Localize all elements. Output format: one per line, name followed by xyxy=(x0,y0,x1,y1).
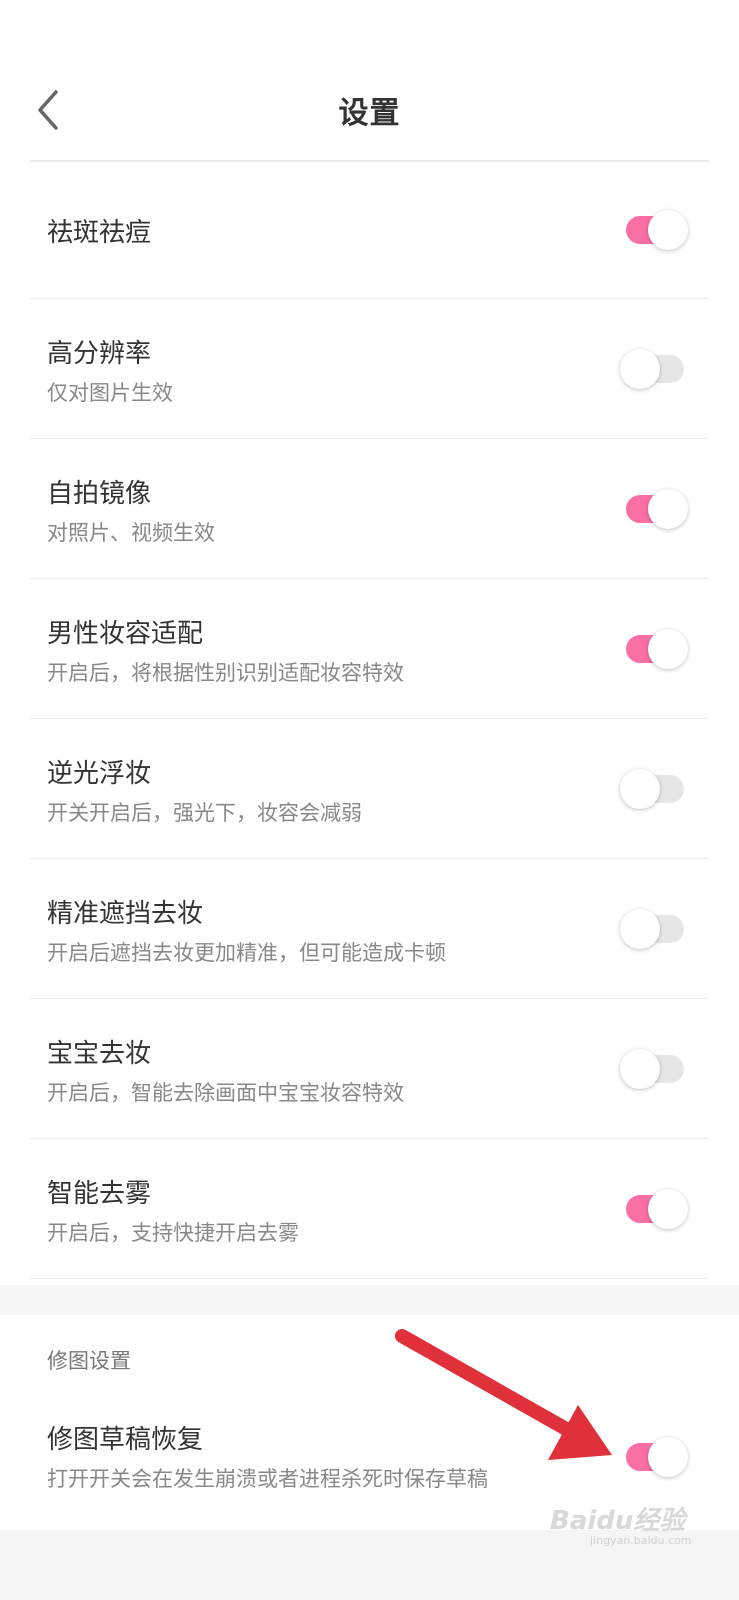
toggle-switch[interactable] xyxy=(626,1437,688,1477)
setting-label: 男性妆容适配 xyxy=(47,619,204,649)
switch-knob xyxy=(620,349,660,389)
setting-label: 高分辨率 xyxy=(47,339,152,369)
settings-list: 祛斑祛痘 高分辨率 仅对图片生效 自拍镜像 对照片、视频生效 男性妆容适配 开启… xyxy=(0,162,739,1279)
header: 设置 xyxy=(0,0,739,160)
toggle-switch[interactable] xyxy=(626,629,688,669)
setting-row-occlusion: 精准遮挡去妆 开启后遮挡去妆更加精准，但可能造成卡顿 xyxy=(30,859,709,999)
setting-description: 开启后遮挡去妆更加精准，但可能造成卡顿 xyxy=(47,941,446,965)
setting-label: 祛斑祛痘 xyxy=(47,218,152,248)
toggle-switch[interactable] xyxy=(620,1049,684,1089)
switch-knob xyxy=(620,1049,660,1089)
setting-label: 精准遮挡去妆 xyxy=(47,899,204,929)
switch-knob xyxy=(648,629,688,669)
watermark-brand: Baidu经验 xyxy=(550,1506,686,1536)
setting-row-selfie-mirror: 自拍镜像 对照片、视频生效 xyxy=(30,439,709,579)
section-gap xyxy=(0,1285,739,1315)
setting-description: 开关开启后，强光下，妆容会减弱 xyxy=(47,801,362,825)
setting-row-backlight: 逆光浮妆 开关开启后，强光下，妆容会减弱 xyxy=(30,719,709,859)
setting-description: 开启后，智能去除画面中宝宝妆容特效 xyxy=(47,1081,404,1105)
setting-description: 开启后，将根据性别识别适配妆容特效 xyxy=(47,661,404,685)
setting-label: 修图草稿恢复 xyxy=(47,1425,204,1455)
page-title: 设置 xyxy=(338,96,401,131)
setting-description: 打开开关会在发生崩溃或者进程杀死时保存草稿 xyxy=(47,1467,488,1491)
switch-knob xyxy=(648,489,688,529)
setting-label: 宝宝去妆 xyxy=(47,1039,152,1069)
setting-label: 逆光浮妆 xyxy=(47,759,152,789)
setting-description: 开启后，支持快捷开启去雾 xyxy=(47,1221,299,1245)
baidu-watermark: Baidu经验 jingyan.baidu.com xyxy=(550,1500,720,1548)
toggle-switch[interactable] xyxy=(626,210,688,250)
setting-row-male-makeup: 男性妆容适配 开启后，将根据性别识别适配妆容特效 xyxy=(30,579,709,719)
switch-knob xyxy=(648,210,688,250)
switch-knob xyxy=(648,1437,688,1477)
toggle-switch[interactable] xyxy=(620,909,684,949)
setting-description: 仅对图片生效 xyxy=(47,381,173,405)
setting-description: 对照片、视频生效 xyxy=(47,521,215,545)
setting-label: 智能去雾 xyxy=(47,1179,152,1209)
setting-row-baby-makeup: 宝宝去妆 开启后，智能去除画面中宝宝妆容特效 xyxy=(30,999,709,1139)
switch-knob xyxy=(648,1189,688,1229)
switch-knob xyxy=(620,769,660,809)
toggle-switch[interactable] xyxy=(626,489,688,529)
toggle-switch[interactable] xyxy=(620,769,684,809)
setting-row-defog: 智能去雾 开启后，支持快捷开启去雾 xyxy=(30,1139,709,1279)
switch-knob xyxy=(620,909,660,949)
setting-row-blemish: 祛斑祛痘 xyxy=(30,162,709,299)
toggle-switch[interactable] xyxy=(626,1189,688,1229)
setting-row-high-resolution: 高分辨率 仅对图片生效 xyxy=(30,299,709,439)
section-title: 修图设置 xyxy=(47,1349,131,1373)
setting-label: 自拍镜像 xyxy=(47,479,152,509)
toggle-switch[interactable] xyxy=(620,349,684,389)
watermark-url: jingyan.baidu.com xyxy=(590,1534,692,1547)
